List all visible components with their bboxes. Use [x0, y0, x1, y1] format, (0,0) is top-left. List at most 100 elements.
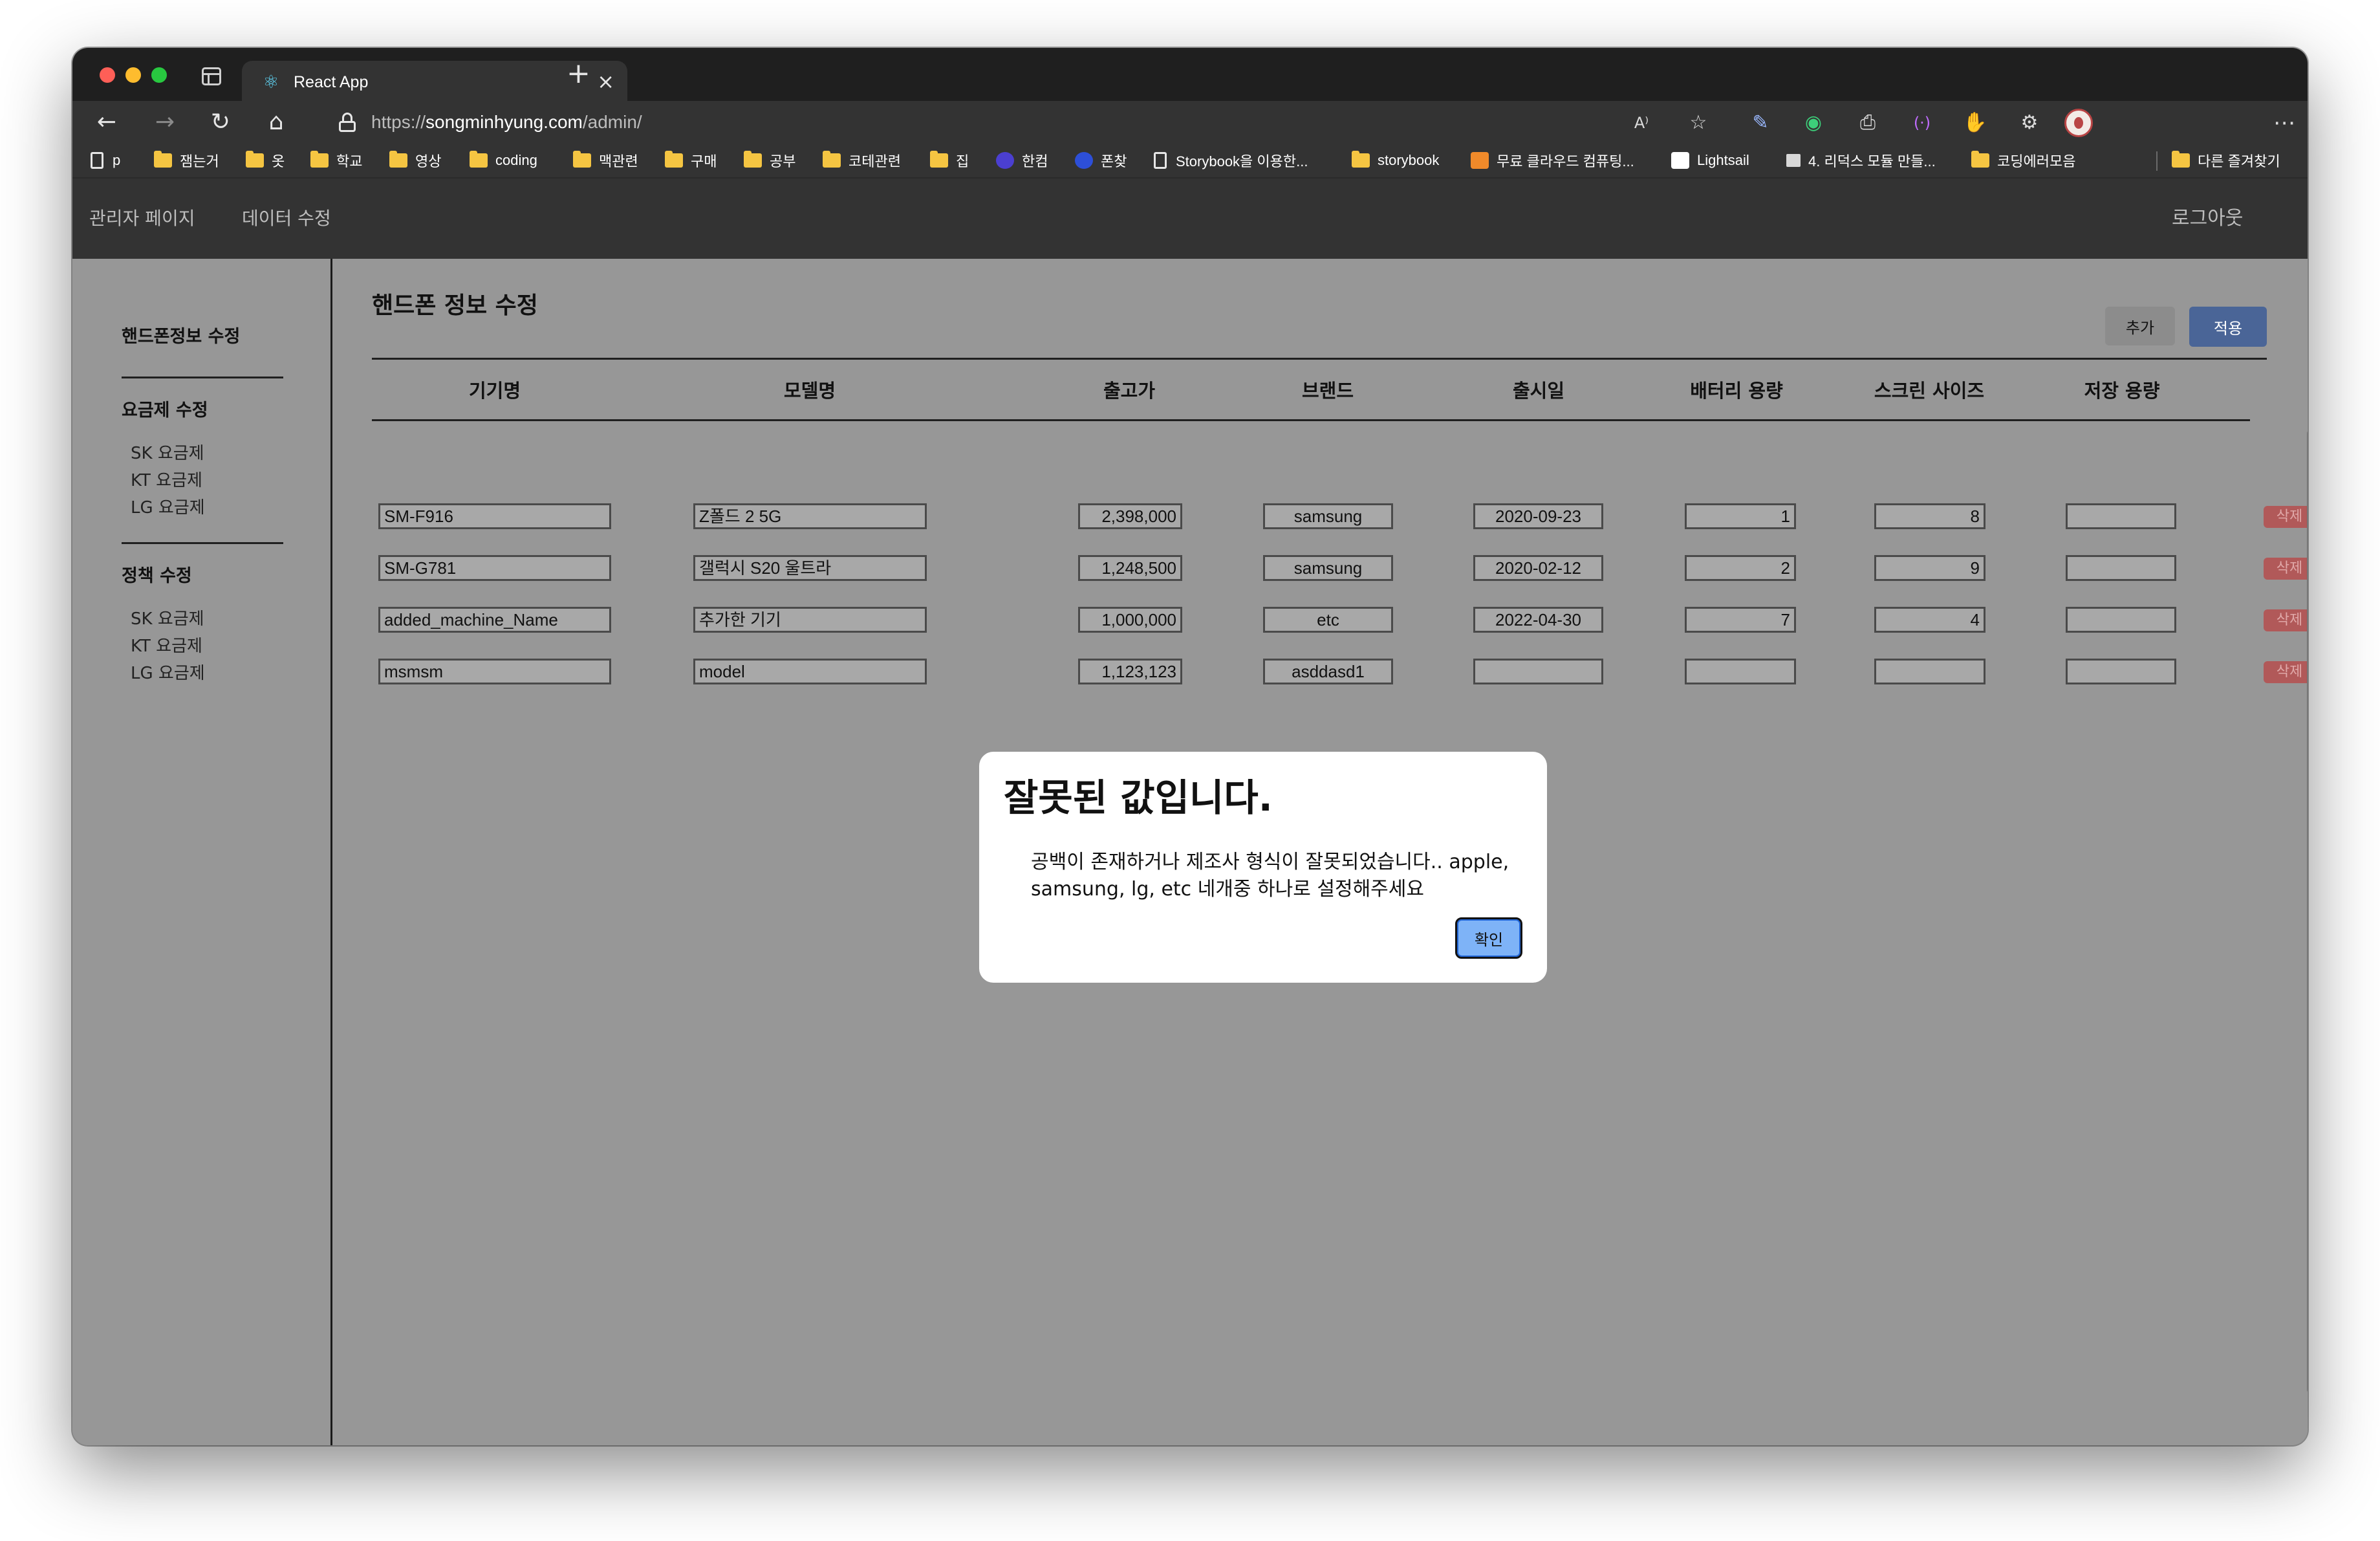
price-input[interactable]: 2,398,000: [1078, 503, 1182, 529]
brand-input[interactable]: etc: [1263, 607, 1393, 633]
delete-button[interactable]: 삭제: [2264, 609, 2308, 631]
sidebar-item-plan-kt[interactable]: KT 요금제: [131, 470, 202, 492]
bookmark-folder[interactable]: 옷: [246, 144, 285, 177]
model-name-input[interactable]: 추가한 기기: [693, 607, 927, 633]
logout-link[interactable]: 로그아웃: [2172, 207, 2243, 230]
close-window-button[interactable]: [100, 67, 115, 83]
model-name-input[interactable]: model: [693, 659, 927, 684]
brand-input[interactable]: samsung: [1263, 503, 1393, 529]
delete-button[interactable]: 삭제: [2264, 661, 2308, 683]
apply-button[interactable]: 적용: [2189, 307, 2267, 347]
red-hand-extension-icon[interactable]: ✋: [1962, 110, 1988, 136]
storage-input[interactable]: [2066, 607, 2176, 633]
bookmark-folder[interactable]: 구매: [665, 144, 717, 177]
bookmark-folder[interactable]: coding: [470, 144, 537, 177]
bookmark-folder[interactable]: 집: [930, 144, 969, 177]
add-favorite-icon[interactable]: ☆: [1685, 110, 1711, 136]
bookmark-folder[interactable]: 코딩에러모음: [1971, 144, 2075, 177]
device-name-input[interactable]: SM-G781: [378, 555, 611, 581]
folder-icon: [573, 151, 591, 168]
release-date-input[interactable]: 2020-02-12: [1473, 555, 1603, 581]
sidebar-item-plan-lg[interactable]: LG 요금제: [131, 497, 205, 519]
sidebar-item-plan-sk[interactable]: SK 요금제: [131, 443, 204, 464]
back-arrow-icon[interactable]: ←: [92, 107, 122, 137]
price-input[interactable]: 1,248,500: [1078, 555, 1182, 581]
release-date-input[interactable]: 2020-09-23: [1473, 503, 1603, 529]
tab-actions-icon[interactable]: [202, 67, 221, 85]
bookmark-folder[interactable]: storybook: [1352, 144, 1439, 177]
new-tab-button[interactable]: +: [567, 60, 590, 88]
sidebar-section-plan: 요금제 수정: [122, 400, 208, 421]
address-bar[interactable]: https://songminhyung.com/admin/: [371, 111, 642, 133]
green-circle-extension-icon[interactable]: ◉: [1801, 110, 1826, 136]
forward-arrow-icon[interactable]: →: [150, 107, 180, 137]
print-extension-icon[interactable]: ⎙: [1855, 110, 1881, 136]
battery-input[interactable]: 1: [1685, 503, 1796, 529]
bookmark-redux-module[interactable]: 4. 리덕스 모듈 만들...: [1786, 144, 1936, 177]
read-aloud-icon[interactable]: A⁾: [1628, 110, 1654, 136]
minimize-window-button[interactable]: [125, 67, 141, 83]
screen-size-input[interactable]: [1874, 659, 1985, 684]
bookmark-folder[interactable]: 코테관련: [823, 144, 901, 177]
device-name-input[interactable]: msmsm: [378, 659, 611, 684]
delete-button[interactable]: 삭제: [2264, 558, 2308, 580]
table-row: msmsm model 1,123,123 asddasd1 삭제: [334, 659, 2308, 686]
bookmark-folder[interactable]: 영상: [389, 144, 441, 177]
screen-size-input[interactable]: 8: [1874, 503, 1985, 529]
sidebar-item-policy-kt[interactable]: KT 요금제: [131, 635, 202, 657]
delete-button[interactable]: 삭제: [2264, 506, 2308, 528]
price-input[interactable]: 1,000,000: [1078, 607, 1182, 633]
confirm-button[interactable]: 확인: [1455, 917, 1522, 959]
bookmark-folder[interactable]: 학교: [310, 144, 362, 177]
release-date-input[interactable]: [1473, 659, 1603, 684]
bookmark-label: 무료 클라우드 컴퓨팅...: [1497, 153, 1634, 169]
battery-input[interactable]: 2: [1685, 555, 1796, 581]
price-input[interactable]: 1,123,123: [1078, 659, 1182, 684]
lock-icon[interactable]: [339, 113, 356, 132]
storage-input[interactable]: [2066, 555, 2176, 581]
reload-icon[interactable]: ↻: [206, 107, 235, 137]
bookmark-folder[interactable]: 공부: [744, 144, 795, 177]
bookmark-folder[interactable]: 맥관련: [573, 144, 638, 177]
aws-icon: [1471, 152, 1489, 169]
battery-input[interactable]: [1685, 659, 1796, 684]
close-tab-icon[interactable]: ×: [597, 70, 614, 93]
folder-icon: [389, 151, 407, 168]
brand-input[interactable]: samsung: [1263, 555, 1393, 581]
device-name-input[interactable]: SM-F916: [378, 503, 611, 529]
battery-input[interactable]: 7: [1685, 607, 1796, 633]
bookmark-hancom[interactable]: 한컴: [996, 144, 1048, 177]
bookmark-phone-find[interactable]: 폰찾: [1075, 144, 1127, 177]
sidebar-item-policy-lg[interactable]: LG 요금제: [131, 662, 205, 684]
bookmark-other-favorites[interactable]: 다른 즐겨찾기: [2172, 144, 2280, 177]
screen-size-input[interactable]: 4: [1874, 607, 1985, 633]
profile-avatar[interactable]: [2064, 109, 2093, 137]
hancom-icon: [996, 152, 1014, 169]
storage-input[interactable]: [2066, 659, 2176, 684]
storage-input[interactable]: [2066, 503, 2176, 529]
bookmark-lightsail[interactable]: Lightsail: [1671, 144, 1749, 177]
sidebar-item-policy-sk[interactable]: SK 요금제: [131, 608, 204, 630]
nav-admin-page[interactable]: 관리자 페이지: [89, 207, 195, 230]
home-icon[interactable]: ⌂: [261, 107, 291, 137]
screen-size-input[interactable]: 9: [1874, 555, 1985, 581]
pen-extension-icon[interactable]: ✎: [1747, 110, 1773, 136]
bookmark-p[interactable]: p: [91, 144, 120, 177]
bookmark-storybook-article[interactable]: Storybook을 이용한...: [1154, 144, 1308, 177]
purple-extension-icon[interactable]: (·): [1909, 110, 1935, 136]
extensions-puzzle-icon[interactable]: ⚙: [2017, 110, 2042, 136]
nav-data-edit[interactable]: 데이터 수정: [242, 207, 331, 230]
brand-input[interactable]: asddasd1: [1263, 659, 1393, 684]
bookmark-folder[interactable]: 잼는거: [154, 144, 219, 177]
scrollbar[interactable]: [2307, 430, 2308, 1393]
model-name-input[interactable]: Z폴드 2 5G: [693, 503, 927, 529]
bookmark-aws[interactable]: 무료 클라우드 컴퓨팅...: [1471, 144, 1634, 177]
sidebar-item-phone-edit[interactable]: 핸드폰정보 수정: [122, 326, 240, 348]
release-date-input[interactable]: 2022-04-30: [1473, 607, 1603, 633]
device-name-input[interactable]: added_machine_Name: [378, 607, 611, 633]
add-button[interactable]: 추가: [2105, 307, 2175, 345]
model-name-input[interactable]: 갤럭시 S20 울트라: [693, 555, 927, 581]
folder-icon: [154, 151, 172, 168]
more-options-icon[interactable]: ⋯: [2271, 110, 2297, 136]
maximize-window-button[interactable]: [151, 67, 167, 83]
